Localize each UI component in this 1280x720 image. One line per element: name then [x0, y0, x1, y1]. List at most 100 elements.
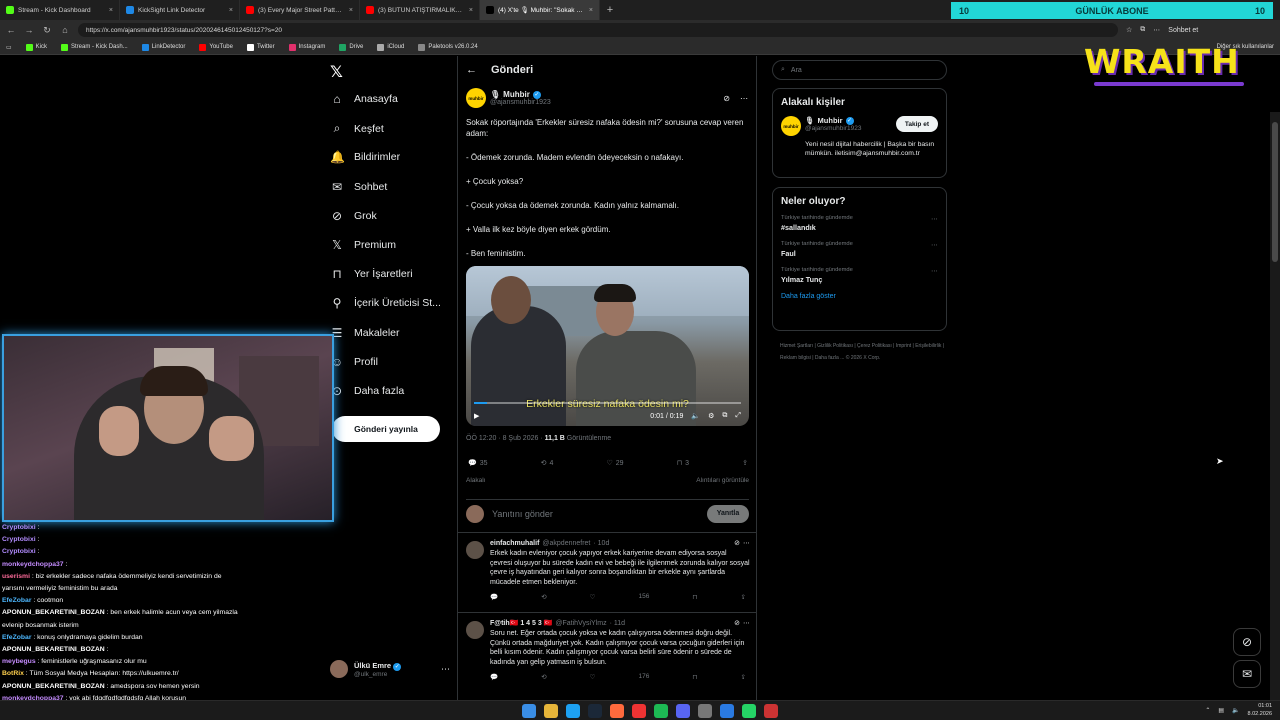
steam-icon[interactable] — [588, 704, 602, 718]
reply-button[interactable]: Yanıtla — [707, 504, 749, 523]
reply-icon[interactable]: 💬 — [490, 673, 498, 681]
chat-username[interactable]: Cryptobixi — [2, 536, 36, 543]
trend-item[interactable]: Türkiye tarihinde gündemde #sallandık ⋯ — [781, 215, 938, 232]
pip-icon[interactable]: ⧉ — [722, 412, 727, 420]
trend-item[interactable]: Türkiye tarihinde gündemde Faul ⋯ — [781, 241, 938, 258]
comment-author-handle[interactable]: @FatihVysiYlmz — [555, 620, 606, 627]
app-icon[interactable] — [632, 704, 646, 718]
like-action[interactable]: ♡ 29 — [606, 459, 623, 468]
extensions-icon[interactable]: ⧉ — [1140, 26, 1145, 34]
avatar[interactable] — [466, 621, 484, 639]
author-name[interactable]: 🎙 Muhbir ✓ — [490, 90, 551, 99]
volume-icon[interactable]: 🔈 — [1232, 707, 1239, 714]
comment-author-name[interactable]: F@tih🇹🇷 1 4 5 3 🇹🇷 — [490, 619, 552, 627]
nav-item-creator[interactable]: ⚲ İçerik Üreticisi St... — [330, 296, 441, 310]
view-quotes-link[interactable]: Alıntıları görüntüle — [696, 477, 749, 484]
bookmark-item[interactable]: YouTube — [199, 43, 233, 51]
bookmark-item[interactable]: Kick — [25, 43, 47, 51]
grok-icon[interactable]: ⊘ — [723, 94, 730, 103]
bookmark-item[interactable]: Stream - Kick Dash... — [61, 43, 128, 51]
follow-button[interactable]: Takip et — [895, 116, 938, 132]
nav-item-user[interactable]: ☺ Profil — [330, 355, 378, 369]
reply-input[interactable]: Yanıtını gönder — [492, 509, 553, 519]
star-icon[interactable]: ☆ — [1126, 26, 1132, 34]
more-dots-icon[interactable]: ⋯ — [740, 94, 748, 103]
chat-username[interactable]: meybegus — [2, 658, 36, 665]
discord-icon[interactable] — [676, 704, 690, 718]
footer-links[interactable]: Hizmet Şartları | Gizlilik Politikası | … — [780, 340, 950, 364]
chat-username[interactable]: BotRix — [2, 670, 24, 677]
chat-username[interactable]: userismi — [2, 573, 30, 580]
nav-item-bookmark[interactable]: ⊓ Yer İşaretleri — [330, 267, 412, 281]
back-arrow-icon[interactable]: ← — [466, 64, 477, 76]
share-icon[interactable]: ⇪ — [741, 593, 746, 601]
nav-item-bell[interactable]: 🔔 Bildirimler — [330, 150, 400, 164]
bookmark-icon[interactable]: ⊓ — [692, 593, 697, 601]
bookmark-item[interactable]: Instagram — [288, 43, 325, 51]
bookmark-item[interactable]: iCloud — [377, 43, 404, 51]
comment-views[interactable]: 156 — [639, 593, 650, 601]
video-player[interactable]: Erkekler süresiz nafaka ödesin mi? ▶ 0:0… — [466, 266, 749, 426]
x-logo-icon[interactable]: 𝕏 — [330, 62, 343, 82]
messages-float-button[interactable]: ✉ — [1233, 660, 1261, 688]
reply-action[interactable]: 💬 35 — [468, 459, 488, 468]
chat-username[interactable]: EfeZobar — [2, 597, 31, 604]
close-icon[interactable]: × — [469, 7, 473, 14]
comment-author-name[interactable]: einfachmuhalif — [490, 540, 539, 547]
browser-tab[interactable]: (3) Every Major Street Pattern Expl × — [240, 0, 360, 20]
profile-chat-button[interactable]: Sohbet et — [1168, 27, 1198, 34]
heart-icon[interactable]: ♡ — [590, 593, 596, 601]
bookmark-item[interactable]: Drive — [339, 43, 363, 51]
comment-author-handle[interactable]: @akpdennefret — [542, 540, 590, 547]
whatsapp-icon[interactable] — [742, 704, 756, 718]
bookmarks-folder-icon[interactable]: ▭ — [6, 44, 12, 51]
chat-username[interactable]: monkeydchoppa37 — [2, 561, 64, 568]
obs-icon[interactable] — [764, 704, 778, 718]
bookmark-action[interactable]: ⊓ 3 — [677, 459, 689, 468]
forward-arrow-icon[interactable]: → — [24, 25, 34, 35]
url-input[interactable]: https://x.com/ajansmuhbir1923/status/202… — [78, 23, 1118, 37]
author-handle[interactable]: @ajansmuhbir1923 — [490, 99, 551, 106]
clock[interactable]: 01:01 8.02.2026 — [1248, 703, 1272, 718]
app-icon[interactable] — [698, 704, 712, 718]
author-avatar[interactable]: muhbir — [466, 88, 486, 108]
home-icon[interactable]: ⌂ — [60, 25, 70, 35]
back-arrow-icon[interactable]: ← — [6, 25, 16, 35]
menu-dots-icon[interactable]: ⋯ — [1153, 26, 1160, 34]
bookmark-icon[interactable]: ⊓ — [692, 673, 697, 681]
bookmark-item[interactable]: LinkDetector — [141, 43, 185, 51]
nav-item-article[interactable]: ☰ Makaleler — [330, 326, 400, 340]
related-avatar[interactable]: muhbir — [781, 116, 801, 136]
reload-icon[interactable]: ↻ — [42, 25, 52, 36]
page-scrollbar[interactable] — [1270, 112, 1280, 720]
close-icon[interactable]: × — [589, 7, 593, 14]
chat-username[interactable]: APONUN_BEKARETINI_BOZAN — [2, 646, 105, 653]
firefox-icon[interactable] — [610, 704, 624, 718]
reply-icon[interactable]: 💬 — [490, 593, 498, 601]
browser-tab[interactable]: (4) X'te 🎙 Muhbir: "Sokak röport × — [480, 0, 600, 20]
windows-start-icon[interactable] — [522, 704, 536, 718]
app-icon[interactable] — [720, 704, 734, 718]
more-dots-icon[interactable]: ⋯ — [931, 241, 938, 249]
show-more-link[interactable]: Daha fazla göster — [781, 293, 938, 300]
share-icon[interactable]: ⇪ — [741, 673, 746, 681]
grok-float-button[interactable]: ⊘ — [1233, 628, 1261, 656]
network-icon[interactable]: ▤ — [1218, 707, 1224, 714]
grok-icon[interactable]: ⊘ — [734, 619, 740, 627]
bookmark-item[interactable]: Twitter — [246, 43, 275, 51]
file-explorer-icon[interactable] — [544, 704, 558, 718]
spotify-icon[interactable] — [654, 704, 668, 718]
sort-dropdown[interactable]: Alakalı — [466, 477, 486, 484]
close-icon[interactable]: × — [349, 7, 353, 14]
nav-item-search[interactable]: ⌕ Keşfet — [330, 121, 384, 136]
chat-username[interactable]: Cryptobixi — [2, 548, 36, 555]
trend-item[interactable]: Türkiye tarihinde gündemde Yılmaz Tunç ⋯ — [781, 267, 938, 284]
grok-icon[interactable]: ⊘ — [734, 539, 740, 547]
more-dots-icon[interactable]: ⋯ — [441, 664, 450, 675]
fullscreen-icon[interactable]: ⤢ — [735, 412, 741, 420]
nav-item-x[interactable]: 𝕏 Premium — [330, 238, 396, 252]
repost-action[interactable]: ⟲ 4 — [541, 459, 554, 468]
browser-tab[interactable]: KickSight Link Detector × — [120, 0, 240, 20]
bookmark-item[interactable]: Paletools v26.0.24 — [418, 43, 478, 51]
close-icon[interactable]: × — [229, 7, 233, 14]
